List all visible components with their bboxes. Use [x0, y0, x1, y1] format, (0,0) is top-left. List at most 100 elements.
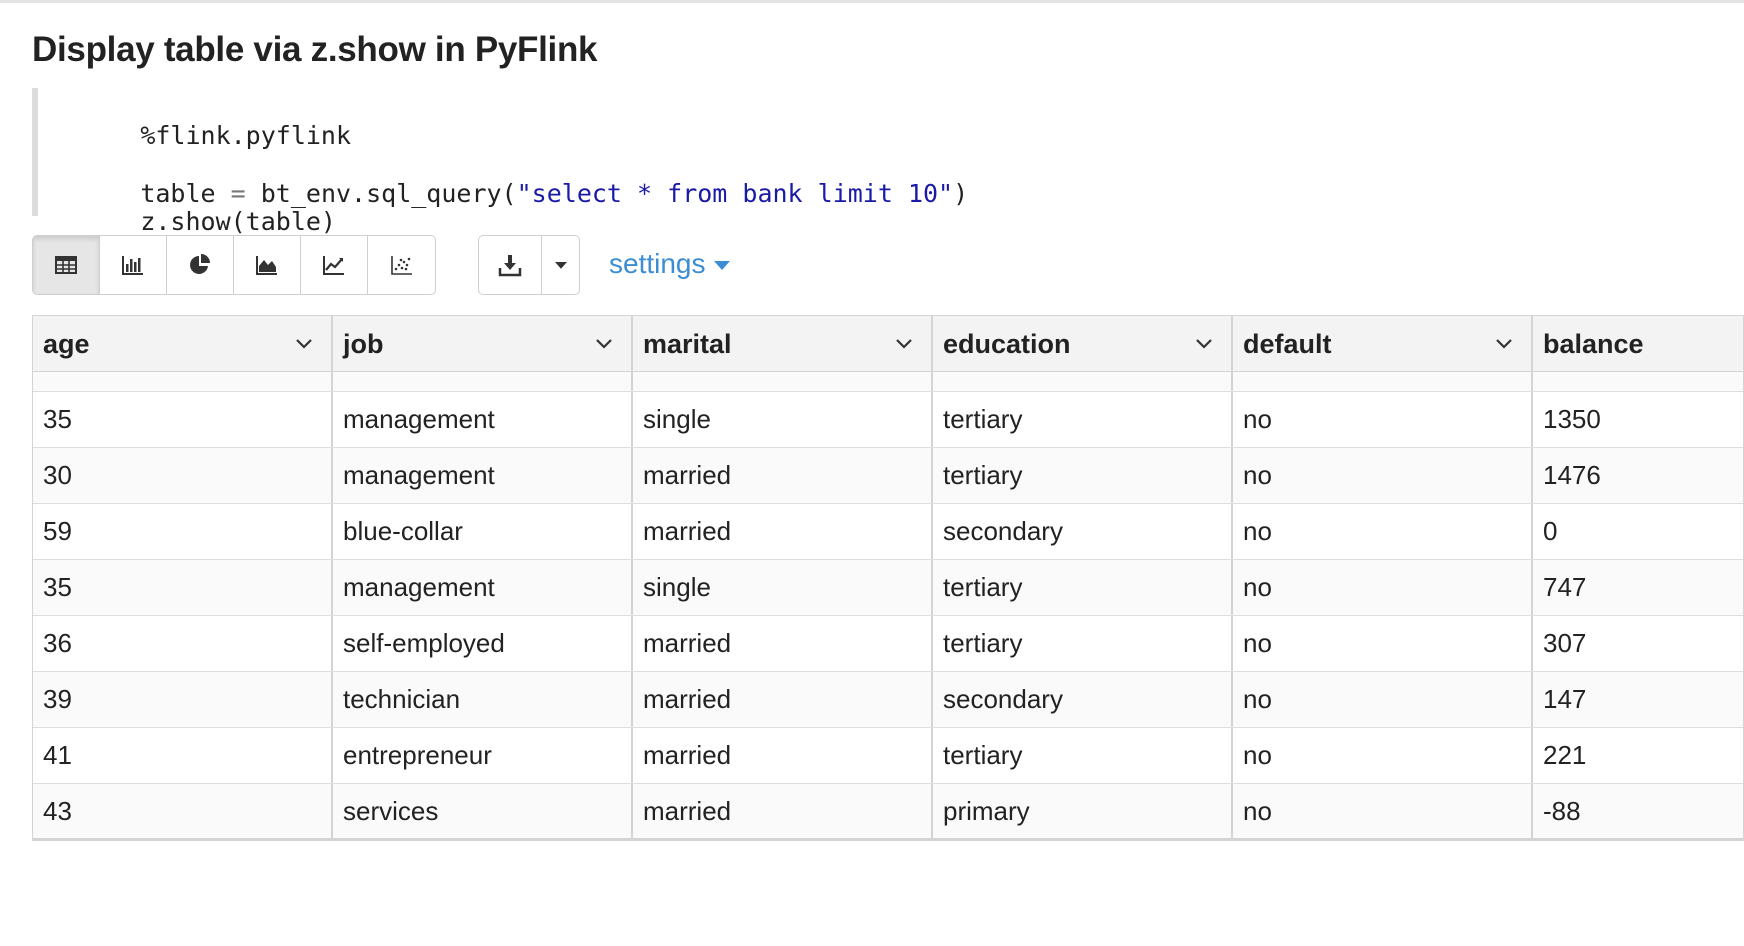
table-cell-job: technician — [333, 672, 633, 727]
table-cell-education: tertiary — [933, 448, 1233, 503]
top-divider — [0, 0, 1744, 3]
code-token: ) — [953, 179, 969, 208]
settings-dropdown[interactable]: settings — [609, 235, 730, 293]
table-row: 39 technician married secondary no 147 — [33, 672, 1743, 728]
table-icon — [55, 256, 77, 274]
table-cell-age: 36 — [33, 616, 333, 671]
column-header-job[interactable]: job — [333, 316, 633, 372]
table-cell — [333, 372, 633, 391]
area-chart-icon — [256, 256, 277, 275]
chevron-down-icon[interactable] — [895, 335, 913, 353]
column-header-label: balance — [1543, 329, 1644, 359]
table-cell-balance: 147 — [1533, 672, 1743, 727]
bar-chart-button[interactable] — [100, 236, 167, 294]
download-button[interactable] — [479, 236, 542, 294]
table-cell — [1533, 372, 1743, 391]
table-cell-education: tertiary — [933, 616, 1233, 671]
pie-chart-button[interactable] — [167, 236, 234, 294]
result-table: age job marital education default balance 35 m… — [32, 315, 1744, 841]
table-cell-job: management — [333, 392, 633, 447]
column-header-marital[interactable]: marital — [633, 316, 933, 372]
table-row: 35 management single tertiary no 1350 — [33, 392, 1743, 448]
table-cell-balance: 221 — [1533, 728, 1743, 783]
table-cell-marital: married — [633, 784, 933, 838]
table-cell — [1233, 372, 1533, 391]
table-cell-balance: 307 — [1533, 616, 1743, 671]
table-cell-education: secondary — [933, 672, 1233, 727]
area-chart-button[interactable] — [234, 236, 301, 294]
table-cell-job: blue-collar — [333, 504, 633, 559]
table-cell-marital: married — [633, 728, 933, 783]
table-cell-marital: married — [633, 504, 933, 559]
export-button-group — [478, 235, 580, 295]
table-cell-marital: married — [633, 672, 933, 727]
table-cell-default: no — [1233, 672, 1533, 727]
table-cell-default: no — [1233, 448, 1533, 503]
table-row: 59 blue-collar married secondary no 0 — [33, 504, 1743, 560]
table-view-button[interactable] — [33, 236, 100, 294]
table-cell-marital: married — [633, 616, 933, 671]
table-cell-marital: single — [633, 560, 933, 615]
scatter-chart-icon — [390, 256, 412, 275]
chevron-down-icon[interactable] — [1195, 335, 1213, 353]
column-header-label: education — [943, 329, 1071, 359]
table-row: 43 services married primary no -88 — [33, 784, 1743, 838]
download-icon — [498, 255, 522, 277]
paragraph-title: Display table via z.show in PyFlink — [32, 30, 598, 69]
table-cell-balance: 1476 — [1533, 448, 1743, 503]
settings-label: settings — [609, 248, 706, 279]
chevron-down-icon[interactable] — [1495, 335, 1513, 353]
table-cell-marital: single — [633, 392, 933, 447]
table-cell-job: self-employed — [333, 616, 633, 671]
column-header-age[interactable]: age — [33, 316, 333, 372]
table-cell-balance: 1350 — [1533, 392, 1743, 447]
table-cell-job: management — [333, 560, 633, 615]
caret-down-icon — [554, 262, 567, 269]
visualization-button-group — [32, 235, 436, 295]
table-cell-marital: married — [633, 448, 933, 503]
table-cell-age: 35 — [33, 560, 333, 615]
table-row: 36 self-employed married tertiary no 307 — [33, 616, 1743, 672]
table-cell-education: tertiary — [933, 392, 1233, 447]
table-cell-education: secondary — [933, 504, 1233, 559]
code-token: z.show(table) — [140, 207, 336, 236]
table-row: 30 management married tertiary no 1476 — [33, 448, 1743, 504]
table-cell-balance: 747 — [1533, 560, 1743, 615]
chevron-down-icon[interactable] — [595, 335, 613, 353]
table-row-clipped — [33, 372, 1743, 392]
export-dropdown-button[interactable] — [542, 236, 579, 294]
table-cell-default: no — [1233, 392, 1533, 447]
table-cell-default: no — [1233, 728, 1533, 783]
column-header-education[interactable]: education — [933, 316, 1233, 372]
table-cell-age: 39 — [33, 672, 333, 727]
table-cell-education: tertiary — [933, 728, 1233, 783]
line-chart-icon — [323, 256, 344, 275]
table-cell-default: no — [1233, 504, 1533, 559]
column-header-balance[interactable]: balance — [1533, 316, 1743, 372]
table-row: 35 management single tertiary no 747 — [33, 560, 1743, 616]
table-cell — [933, 372, 1233, 391]
code-string: "select * from bank limit 10" — [516, 179, 954, 208]
table-cell-job: services — [333, 784, 633, 838]
table-cell-education: primary — [933, 784, 1233, 838]
code-editor[interactable]: %flink.pyflink table = bt_env.sql_query(… — [32, 88, 1738, 236]
chevron-down-icon[interactable] — [295, 335, 313, 353]
table-body: 35 management single tertiary no 1350 30 manage… — [33, 372, 1743, 838]
column-header-label: marital — [643, 329, 732, 359]
scatter-chart-button[interactable] — [368, 236, 435, 294]
caret-down-icon — [713, 261, 730, 271]
table-cell — [33, 372, 333, 391]
table-cell — [633, 372, 933, 391]
column-header-default[interactable]: default — [1233, 316, 1533, 372]
table-cell-default: no — [1233, 560, 1533, 615]
bar-chart-icon — [122, 256, 143, 275]
table-cell-job: management — [333, 448, 633, 503]
table-cell-balance: 0 — [1533, 504, 1743, 559]
table-cell-age: 43 — [33, 784, 333, 838]
pie-chart-icon — [190, 254, 210, 274]
table-cell-default: no — [1233, 616, 1533, 671]
table-cell-balance: -88 — [1533, 784, 1743, 838]
line-chart-button[interactable] — [301, 236, 368, 294]
column-header-label: default — [1243, 329, 1332, 359]
table-cell-age: 41 — [33, 728, 333, 783]
